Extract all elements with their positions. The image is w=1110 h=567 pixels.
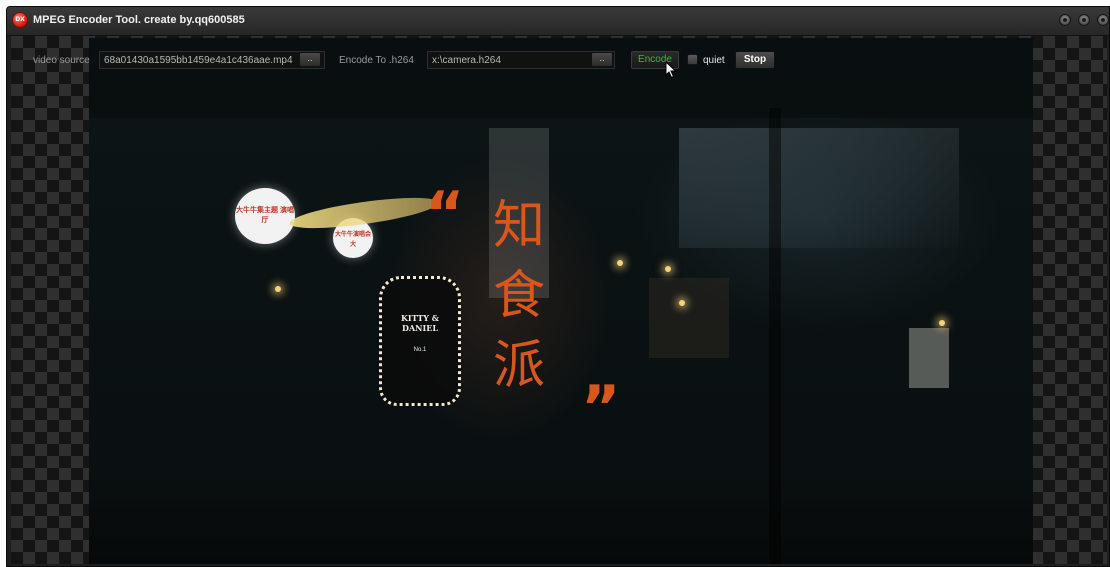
lamp-light	[275, 286, 281, 292]
window-title: MPEG Encoder Tool. create by.qq600585	[33, 14, 245, 26]
lamp-light	[939, 320, 945, 326]
video-preview: 大牛牛集主题 演唱厅 大牛牛演唱会大 KITTY & DANIEL No.1 “…	[89, 38, 1033, 564]
quote-open: “	[425, 179, 465, 249]
sign-number: No.1	[413, 347, 427, 353]
app-window: DX MPEG Encoder Tool. create by.qq600585…	[6, 6, 1110, 567]
lamp-light	[617, 260, 623, 266]
wall-frame	[649, 278, 729, 358]
encode-target-field[interactable]: x:\camera.h264	[427, 51, 615, 69]
close-icon[interactable]	[1097, 14, 1109, 26]
video-source-field[interactable]: 68a01430a1595bb1459e4a1c436aae.mp4	[99, 51, 325, 69]
mouse-cursor-icon	[665, 61, 677, 79]
maximize-icon[interactable]	[1078, 14, 1090, 26]
overlay-char-3: 派	[493, 336, 546, 396]
preview-area: 大牛牛集主题 演唱厅 大牛牛演唱会大 KITTY & DANIEL No.1 “…	[11, 36, 1107, 564]
quiet-label: quiet	[703, 55, 725, 66]
quiet-checkbox[interactable]	[687, 54, 698, 65]
encode-to-label: Encode To .h264	[339, 55, 414, 66]
promo-bubble-large: 大牛牛集主题 演唱厅	[235, 188, 295, 244]
quote-close: ”	[581, 373, 621, 443]
sign-brand: KITTY & DANIEL	[400, 313, 440, 333]
lamp-light	[665, 266, 671, 272]
skylight-panel	[679, 128, 959, 248]
minimize-icon[interactable]	[1059, 14, 1071, 26]
video-source-label: video source	[33, 55, 90, 66]
overlay-char-2: 食	[493, 266, 546, 326]
kitty-daniel-sign: KITTY & DANIEL No.1	[379, 276, 461, 406]
lamp-light	[679, 300, 685, 306]
browse-source-button[interactable]: ..	[299, 52, 321, 67]
floor-shadow	[89, 458, 1033, 564]
wall-poster	[909, 328, 949, 388]
encoder-toolbar: video source 68a01430a1595bb1459e4a1c436…	[11, 50, 1107, 72]
browse-target-button[interactable]: ..	[591, 52, 613, 67]
title-bar[interactable]: DX MPEG Encoder Tool. create by.qq600585	[7, 7, 1109, 36]
stop-button[interactable]: Stop	[735, 51, 775, 69]
app-logo-icon: DX	[12, 12, 28, 28]
overlay-char-1: 知	[493, 196, 546, 256]
